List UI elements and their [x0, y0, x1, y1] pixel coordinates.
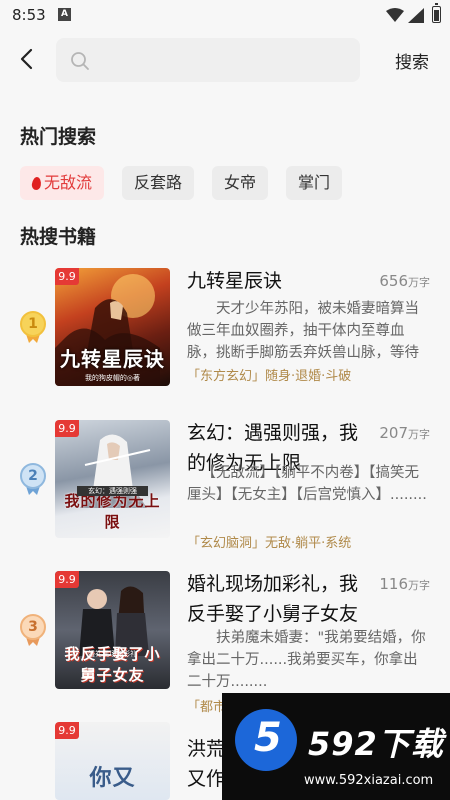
watermark-site: www.592xiazai.com — [304, 773, 434, 788]
book-description: 【无敌流】【躺平不内卷】【搞笑无厘头】【无女主】【后宫党慎入】........ — [187, 465, 427, 503]
back-arrow-icon[interactable] — [16, 48, 38, 70]
wifi-icon — [386, 8, 404, 22]
rank-medal-gold: 1 — [20, 311, 46, 343]
status-bar: 8:53 A — [0, 0, 450, 30]
score-badge: 9.9 — [55, 571, 79, 588]
tag-label: 反套路 — [134, 173, 183, 192]
tag-label: 无敌流 — [44, 173, 93, 192]
flame-icon — [31, 175, 42, 191]
hot-books-title: 热搜书籍 — [20, 226, 97, 248]
book-description: 扶弟魔未婚妻："我弟要结婚，你拿出二十万......我弟要买车，你拿出二十万..… — [187, 630, 426, 690]
book-cover[interactable]: 9.9 你又 — [55, 722, 170, 800]
cover-title: 我的修为无上限 — [64, 492, 161, 531]
book-description: 天才少年苏阳，被未婚妻暗算当做三年血奴圈养，抽干体内至尊血脉，挑断手脚筋丢弃妖兽… — [187, 301, 419, 361]
book-tags: 「玄幻脑洞」无敌·躺平·系统 — [187, 536, 352, 551]
tag-fantaolu[interactable]: 反套路 — [122, 166, 195, 200]
tag-wudiliu[interactable]: 无敌流 — [20, 166, 105, 200]
word-count: 656万字 — [379, 272, 430, 290]
book-title[interactable]: 婚礼现场加彩礼，我反手娶了小舅子女友 — [187, 569, 372, 629]
watermark-logo-text: 5 — [254, 715, 282, 761]
score-badge: 9.9 — [55, 420, 79, 437]
cover-author: 我的狗皮帽的◎著 — [84, 374, 141, 382]
book-tags: 「东方玄幻」随身·退婚·斗破 — [187, 369, 352, 384]
book-item[interactable]: 1 9.9 九转星辰诀 我的狗皮帽的◎著 九转星辰诀 656万字 天才少年苏阳，… — [0, 268, 450, 398]
battery-icon — [432, 3, 441, 23]
rank-medal-bronze: 3 — [20, 614, 46, 646]
book-cover[interactable]: 9.9 九转星辰诀 我的狗皮帽的◎著 — [55, 268, 170, 386]
cover-title: 你又 — [89, 765, 136, 791]
word-count: 207万字 — [379, 424, 430, 442]
word-count: 116万字 — [379, 575, 430, 593]
search-button[interactable]: 搜索 — [395, 48, 429, 73]
tag-label: 女帝 — [224, 173, 257, 192]
notification-icon: A — [58, 8, 71, 21]
hot-search-tags: 无敌流 反套路 女帝 掌门 — [20, 166, 343, 200]
tag-nvdi[interactable]: 女帝 — [212, 166, 269, 200]
signal-icon — [408, 8, 424, 23]
cover-author: 婚礼现场加彩礼 — [88, 650, 137, 658]
search-input[interactable] — [100, 46, 350, 74]
watermark-overlay: 5 592下载 www.592xiazai.com — [222, 693, 450, 800]
score-badge: 9.9 — [55, 268, 79, 285]
rank-medal-silver: 2 — [20, 463, 46, 495]
watermark-brand: 592下载 — [308, 725, 444, 763]
book-item[interactable]: 2 9.9 我的修为无上限 玄幻：遇强则强 玄幻：遇强则强，我的修为无上限 20… — [0, 420, 450, 551]
cover-title: 九转星辰诀 — [60, 347, 165, 371]
search-header: 搜索 — [0, 36, 450, 84]
book-cover[interactable]: 9.9 我反手娶了小舅子女友 婚礼现场加彩礼 — [55, 571, 170, 689]
book-item[interactable]: 3 9.9 我反手娶了小舅子女友 婚礼现场加彩礼 婚礼现场加彩礼，我反手娶了小舅… — [0, 569, 450, 715]
status-time: 8:53 — [12, 6, 46, 24]
search-box[interactable] — [56, 38, 360, 82]
cover-author: 玄幻：遇强则强 — [77, 486, 148, 496]
tag-label: 掌门 — [298, 173, 331, 192]
book-tags: 「都市 — [187, 700, 227, 715]
hot-search-title: 热门搜索 — [20, 126, 97, 148]
book-cover[interactable]: 9.9 我的修为无上限 玄幻：遇强则强 — [55, 420, 170, 538]
book-title[interactable]: 九转星辰诀 — [187, 266, 372, 296]
search-icon — [71, 52, 89, 70]
tag-zhangmen[interactable]: 掌门 — [286, 166, 343, 200]
score-badge: 9.9 — [55, 722, 79, 739]
